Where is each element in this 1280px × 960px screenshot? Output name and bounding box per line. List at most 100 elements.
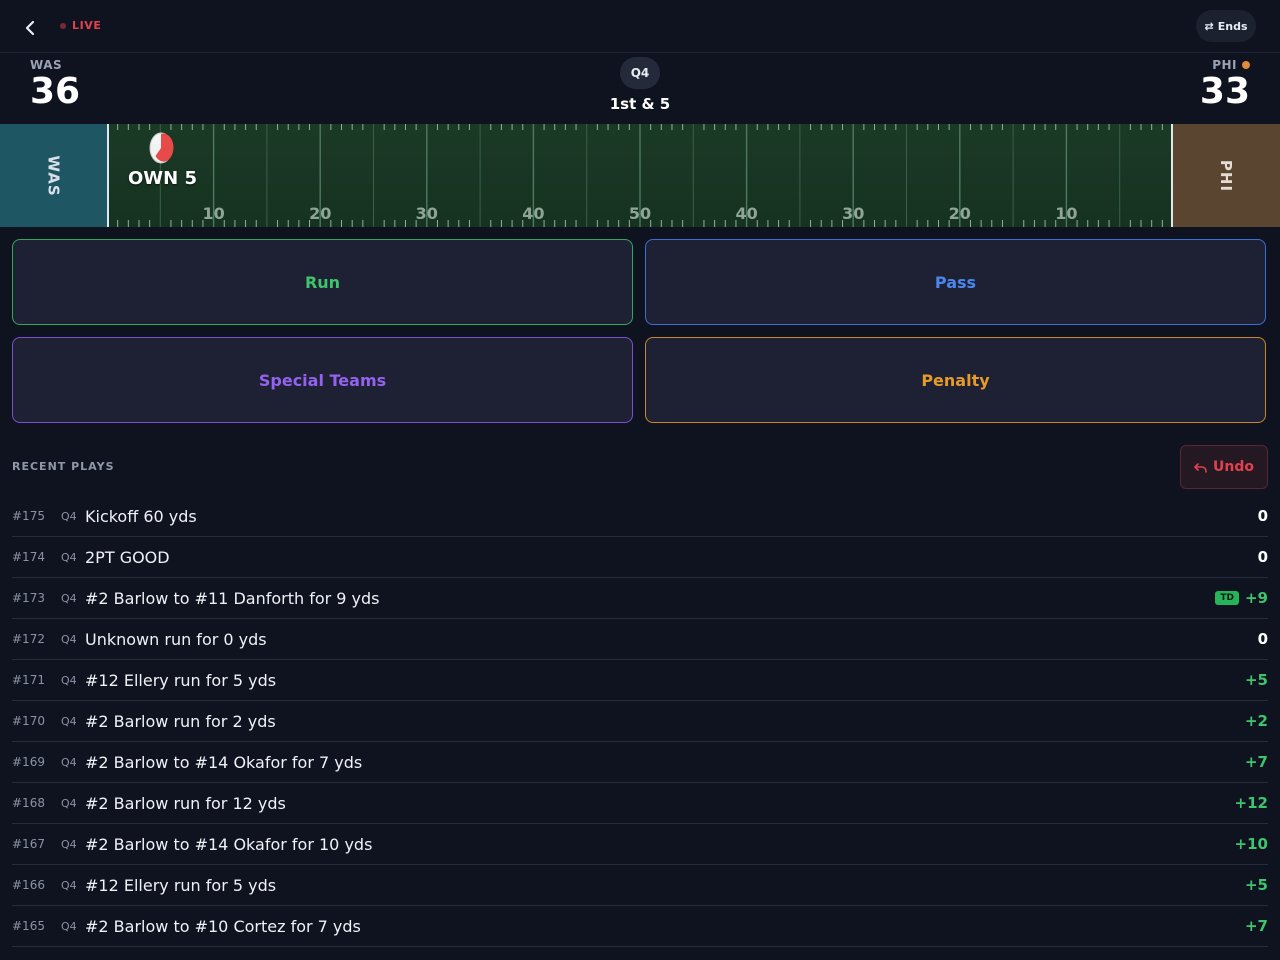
play-number: #170	[12, 714, 45, 728]
play-description: #2 Barlow to #10 Cortez for 7 yds	[85, 916, 361, 936]
play-yards: 0	[1257, 548, 1268, 566]
play-result: +5	[1245, 876, 1268, 894]
play-description: #12 Ellery run for 5 yds	[85, 670, 277, 690]
yard-number: 20	[949, 204, 971, 223]
yard-number: 10	[1055, 204, 1077, 223]
line-of-scrimmage-label: OWN 5	[128, 168, 198, 189]
live-dot-icon	[60, 22, 66, 29]
field-graphic[interactable]: WAS 10 20 30 40 50 40 30 20 10 PHI OWN 5	[0, 124, 1280, 227]
play-yards: +12	[1234, 794, 1268, 812]
play-yards: 0	[1257, 630, 1268, 648]
play-quarter: Q4	[61, 632, 77, 646]
play-result: TD +9	[1215, 589, 1268, 607]
swap-arrows-icon: ⇄	[1204, 19, 1214, 33]
yard-number: 30	[842, 204, 864, 223]
play-row[interactable]: #171 Q4 #12 Ellery run for 5 yds +5	[12, 660, 1268, 701]
switch-ends-label: Ends	[1217, 19, 1248, 33]
play-quarter: Q4	[61, 837, 77, 851]
play-row[interactable]: #172 Q4 Unknown run for 0 yds 0	[12, 619, 1268, 660]
play-description: Unknown run for 0 yds	[85, 629, 267, 649]
play-yards: +7	[1244, 917, 1268, 935]
touchdown-badge: TD	[1215, 591, 1239, 605]
play-quarter: Q4	[61, 796, 77, 810]
play-number: #172	[12, 632, 45, 646]
yard-number: 10	[202, 204, 224, 223]
play-number: #173	[12, 591, 45, 605]
play-result: +12	[1235, 794, 1268, 812]
play-number: #171	[12, 673, 45, 687]
away-team-score: 36	[30, 71, 81, 112]
penalty-button[interactable]: Penalty	[645, 337, 1266, 423]
play-row[interactable]: #175 Q4 Kickoff 60 yds 0	[12, 496, 1268, 537]
play-result: +10	[1235, 835, 1268, 853]
yard-number: 40	[522, 204, 544, 223]
special-teams-button[interactable]: Special Teams	[12, 337, 633, 423]
play-result: 0	[1258, 548, 1268, 566]
pass-play-button[interactable]: Pass	[645, 239, 1266, 325]
play-row[interactable]: #170 Q4 #2 Barlow run for 2 yds +2	[12, 701, 1268, 742]
yard-lines: 10 20 30 40 50 40 30 20 10	[117, 124, 1163, 227]
away-team: WAS 36	[30, 58, 80, 112]
top-bar: LIVE ⇄ Ends	[0, 0, 1280, 53]
home-endzone-label: PHI	[1217, 159, 1236, 192]
play-number: #166	[12, 878, 45, 892]
play-description: #2 Barlow to #14 Okafor for 10 yds	[85, 834, 373, 854]
scoreboard: WAS 36 Q4 1st & 5 PHI 33	[0, 53, 1280, 123]
play-quarter: Q4	[61, 673, 77, 687]
play-quarter: Q4	[61, 509, 77, 523]
undo-button[interactable]: Undo	[1180, 445, 1268, 489]
play-result: +5	[1245, 671, 1268, 689]
yard-number: 50	[629, 204, 651, 223]
play-yards: +5	[1244, 671, 1268, 689]
play-row[interactable]: #169 Q4 #2 Barlow to #14 Okafor for 7 yds +…	[12, 742, 1268, 783]
home-endzone: PHI	[1173, 124, 1280, 227]
play-yards: +5	[1244, 876, 1268, 894]
undo-icon	[1194, 463, 1207, 473]
play-row[interactable]: #166 Q4 #12 Ellery run for 5 yds +5	[12, 865, 1268, 906]
away-team-abbr: WAS	[30, 58, 63, 72]
home-team-abbr: PHI	[1212, 58, 1237, 72]
live-label: LIVE	[72, 19, 102, 32]
play-description: 2PT GOOD	[85, 547, 170, 567]
play-quarter: Q4	[61, 714, 77, 728]
play-number: #174	[12, 550, 45, 564]
game-tracker-app: LIVE ⇄ Ends WAS 36 Q4 1st & 5 PHI 33 WAS…	[0, 0, 1280, 960]
yard-number: 40	[735, 204, 757, 223]
play-description: Kickoff 60 yds	[85, 506, 197, 526]
play-number: #168	[12, 796, 45, 810]
play-result: +2	[1245, 712, 1268, 730]
play-description: #12 Ellery run for 5 yds	[85, 875, 277, 895]
away-endzone: WAS	[0, 124, 107, 227]
quarter-badge: Q4	[620, 57, 660, 89]
away-endzone-label: WAS	[44, 154, 63, 197]
play-row[interactable]: #173 Q4 #2 Barlow to #11 Danforth for 9 yd…	[12, 578, 1268, 619]
play-result: +7	[1245, 753, 1268, 771]
play-yards: +10	[1234, 835, 1268, 853]
recent-plays-title: RECENT PLAYS	[12, 460, 115, 473]
play-row[interactable]: #174 Q4 2PT GOOD 0	[12, 537, 1268, 578]
play-row[interactable]: #168 Q4 #2 Barlow run for 12 yds +12	[12, 783, 1268, 824]
play-result: 0	[1258, 630, 1268, 648]
play-yards: 0	[1257, 507, 1268, 525]
play-result: 0	[1258, 507, 1268, 525]
play-quarter: Q4	[61, 919, 77, 933]
play-yards: +2	[1244, 712, 1268, 730]
switch-ends-button[interactable]: ⇄ Ends	[1196, 10, 1256, 42]
possession-dot-icon	[1242, 61, 1250, 69]
play-description: #2 Barlow run for 12 yds	[85, 793, 286, 813]
ball-marker-icon[interactable]	[147, 130, 175, 170]
back-button[interactable]	[18, 16, 42, 40]
yard-number: 30	[416, 204, 438, 223]
home-team-score: 33	[1199, 71, 1250, 112]
play-number: #169	[12, 755, 45, 769]
play-yards: +9	[1244, 589, 1268, 607]
recent-plays-list: #175 Q4 Kickoff 60 yds 0 #174 Q4 2PT GOOD 0 #173…	[12, 496, 1268, 947]
play-quarter: Q4	[61, 755, 77, 769]
play-row[interactable]: #165 Q4 #2 Barlow to #10 Cortez for 7 yds +…	[12, 906, 1268, 947]
play-description: #2 Barlow run for 2 yds	[85, 711, 276, 731]
play-number: #165	[12, 919, 45, 933]
run-play-button[interactable]: Run	[12, 239, 633, 325]
play-row[interactable]: #167 Q4 #2 Barlow to #14 Okafor for 10 yds…	[12, 824, 1268, 865]
play-yards: +7	[1244, 753, 1268, 771]
play-description: #2 Barlow to #14 Okafor for 7 yds	[85, 752, 363, 772]
